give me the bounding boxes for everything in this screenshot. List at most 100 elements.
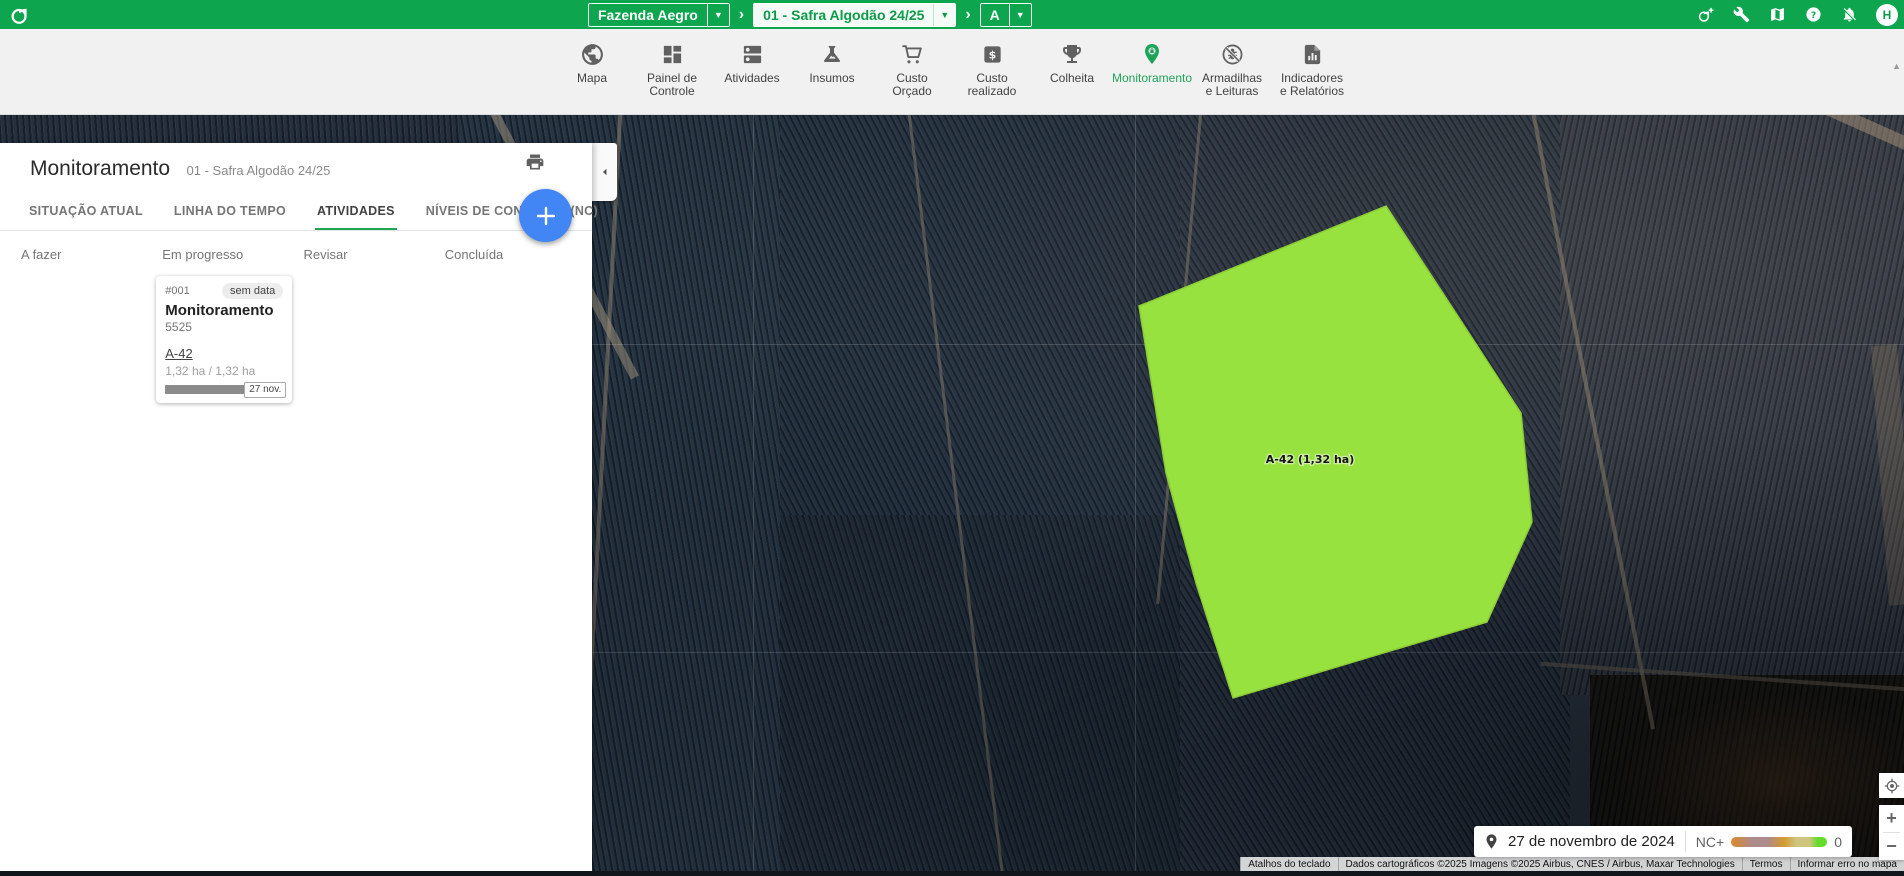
panel-title: Monitoramento [30,157,170,180]
nav-item-mapa[interactable]: Mapa [559,40,626,114]
kanban-column-a-fazer: A fazer [21,247,162,262]
chevron-down-icon[interactable]: ▼ [707,4,729,26]
plot-selector[interactable]: A ▼ [980,3,1032,27]
terms-link[interactable]: Termos [1742,857,1790,871]
farm-selector[interactable]: Fazenda Aegro ▼ [588,3,730,27]
panel-tabs: SITUAÇÃO ATUAL LINHA DO TEMPO ATIVIDADES… [0,195,592,231]
dashboard-icon [661,40,684,68]
add-activity-fab[interactable] [519,189,572,242]
map-credits: Dados cartográficos ©2025 Imagens ©2025 … [1338,857,1742,871]
breadcrumb-chevron-icon: › [965,7,970,23]
season-selector[interactable]: 01 - Safra Algodão 24/25 ▼ [753,3,956,27]
plot-selector-label: A [981,4,1009,26]
nav-item-label: Custo Orçado [879,72,946,98]
nav-item-indicadores-e-relatorios[interactable]: Indicadores e Relatórios [1279,40,1346,114]
monitoring-panel: Monitoramento 01 - Safra Algodão 24/25 S… [0,143,592,871]
card-progress-bar: 27 nov. [165,385,283,394]
svg-text:$: $ [988,48,996,61]
svg-text:?: ? [1811,10,1816,21]
bottom-edge [0,871,1904,876]
panel-header: Monitoramento 01 - Safra Algodão 24/25 [0,143,592,181]
module-toolbar: Mapa Painel de Controle Atividades Insum… [0,29,1904,115]
kanban-board: A fazer Em progresso Revisar Concluída #… [0,231,592,403]
keyboard-shortcuts-link[interactable]: Atalhos do teclado [1240,857,1337,871]
nav-item-custo-orcado[interactable]: Custo Orçado [879,40,946,114]
bug-off-icon [1220,40,1245,68]
nav-item-label: Painel de Controle [639,72,706,98]
farm-selector-label: Fazenda Aegro [589,4,707,26]
card-title: Monitoramento [165,302,283,319]
list-icon [741,40,764,68]
nav-item-label: Colheita [1050,72,1094,85]
card-due-badge: sem data [222,283,283,299]
topbar-actions: ? H [1696,0,1898,29]
map-attribution: Atalhos do teclado Dados cartográficos ©… [1240,857,1904,871]
card-progress-date: 27 nov. [244,382,286,398]
zoom-in-button[interactable]: + [1879,805,1904,832]
activity-card[interactable]: #001 sem data Monitoramento 5525 A-42 1,… [156,276,292,403]
help-icon[interactable]: ? [1804,5,1823,24]
user-avatar[interactable]: H [1876,4,1898,26]
card-id: #001 [165,285,189,297]
divider [1685,831,1686,852]
kanban-column-em-progresso: Em progresso [162,247,303,262]
flask-icon [820,40,844,68]
printer-icon [525,152,545,172]
zoom-out-button[interactable]: − [1879,833,1904,860]
tab-niveis-de-controle[interactable]: NÍVEIS DE CONTROLE (NC) [424,195,600,230]
breadcrumb-chevron-icon: › [739,7,744,23]
map-book-icon[interactable] [1768,5,1787,24]
chevron-down-icon[interactable]: ▼ [1009,4,1031,26]
card-code: 5525 [165,320,283,334]
my-location-button[interactable] [1879,773,1904,798]
season-selector-label: 01 - Safra Algodão 24/25 [754,4,933,26]
map-zoom-control: + − [1879,805,1904,860]
map-status-bar[interactable]: 27 de novembro de 2024 NC+ 0 [1474,826,1852,857]
nav-item-label: Custo realizado [959,72,1026,98]
nav-item-label: Armadilhas e Leituras [1199,72,1266,98]
kanban-column-revisar: Revisar [304,247,445,262]
chevron-left-icon [598,165,612,179]
kanban-column-concluida: Concluída [445,247,586,262]
wrench-icon[interactable] [1732,5,1751,24]
nav-item-insumos[interactable]: Insumos [799,40,866,114]
nav-item-label: Atividades [724,72,779,85]
crosshair-icon [1884,778,1900,794]
location-pin-icon [1482,832,1501,851]
nav-item-painel-de-controle[interactable]: Painel de Controle [639,40,706,114]
nav-item-label: Insumos [809,72,854,85]
card-area: 1,32 ha / 1,32 ha [165,364,283,378]
print-button[interactable] [522,149,548,175]
field-polygon-label: A-42 (1,32 ha) [1266,453,1355,466]
top-navigation-bar: Fazenda Aegro ▼ › 01 - Safra Algodão 24/… [0,0,1904,29]
tab-atividades[interactable]: ATIVIDADES [315,195,397,230]
nav-item-armadilhas-e-leituras[interactable]: Armadilhas e Leituras [1199,40,1266,114]
chevron-down-icon[interactable]: ▼ [933,4,955,26]
nav-item-label: Indicadores e Relatórios [1279,72,1346,98]
nc-label: NC+ [1696,834,1724,850]
cart-icon [900,40,925,68]
pin-bug-icon [1140,40,1164,68]
card-field-link[interactable]: A-42 [165,346,283,361]
panel-collapse-button[interactable] [592,143,617,201]
nav-item-colheita[interactable]: Colheita [1039,40,1106,114]
tab-situacao-atual[interactable]: SITUAÇÃO ATUAL [27,195,145,230]
tab-linha-do-tempo[interactable]: LINHA DO TEMPO [172,195,288,230]
trophy-icon [1060,40,1084,68]
aegro-logo[interactable] [9,3,31,31]
panel-subtitle: 01 - Safra Algodão 24/25 [187,163,331,178]
breadcrumb: Fazenda Aegro ▼ › 01 - Safra Algodão 24/… [588,0,1032,29]
scroll-up-icon[interactable]: ▲ [1892,61,1901,71]
bell-off-icon[interactable] [1840,5,1859,24]
nav-item-label: Mapa [577,72,607,85]
nav-item-label: Monitoramento [1112,72,1192,85]
nav-item-custo-realizado[interactable]: $ Custo realizado [959,40,1026,114]
nav-item-atividades[interactable]: Atividades [719,40,786,114]
logo-add-icon[interactable] [1696,5,1715,24]
nav-item-monitoramento[interactable]: Monitoramento [1119,40,1186,114]
report-icon [1301,40,1324,68]
dollar-icon: $ [981,40,1004,68]
nc-gradient-bar [1731,837,1827,847]
nc-value: 0 [1834,834,1842,850]
map-date: 27 de novembro de 2024 [1508,833,1675,850]
